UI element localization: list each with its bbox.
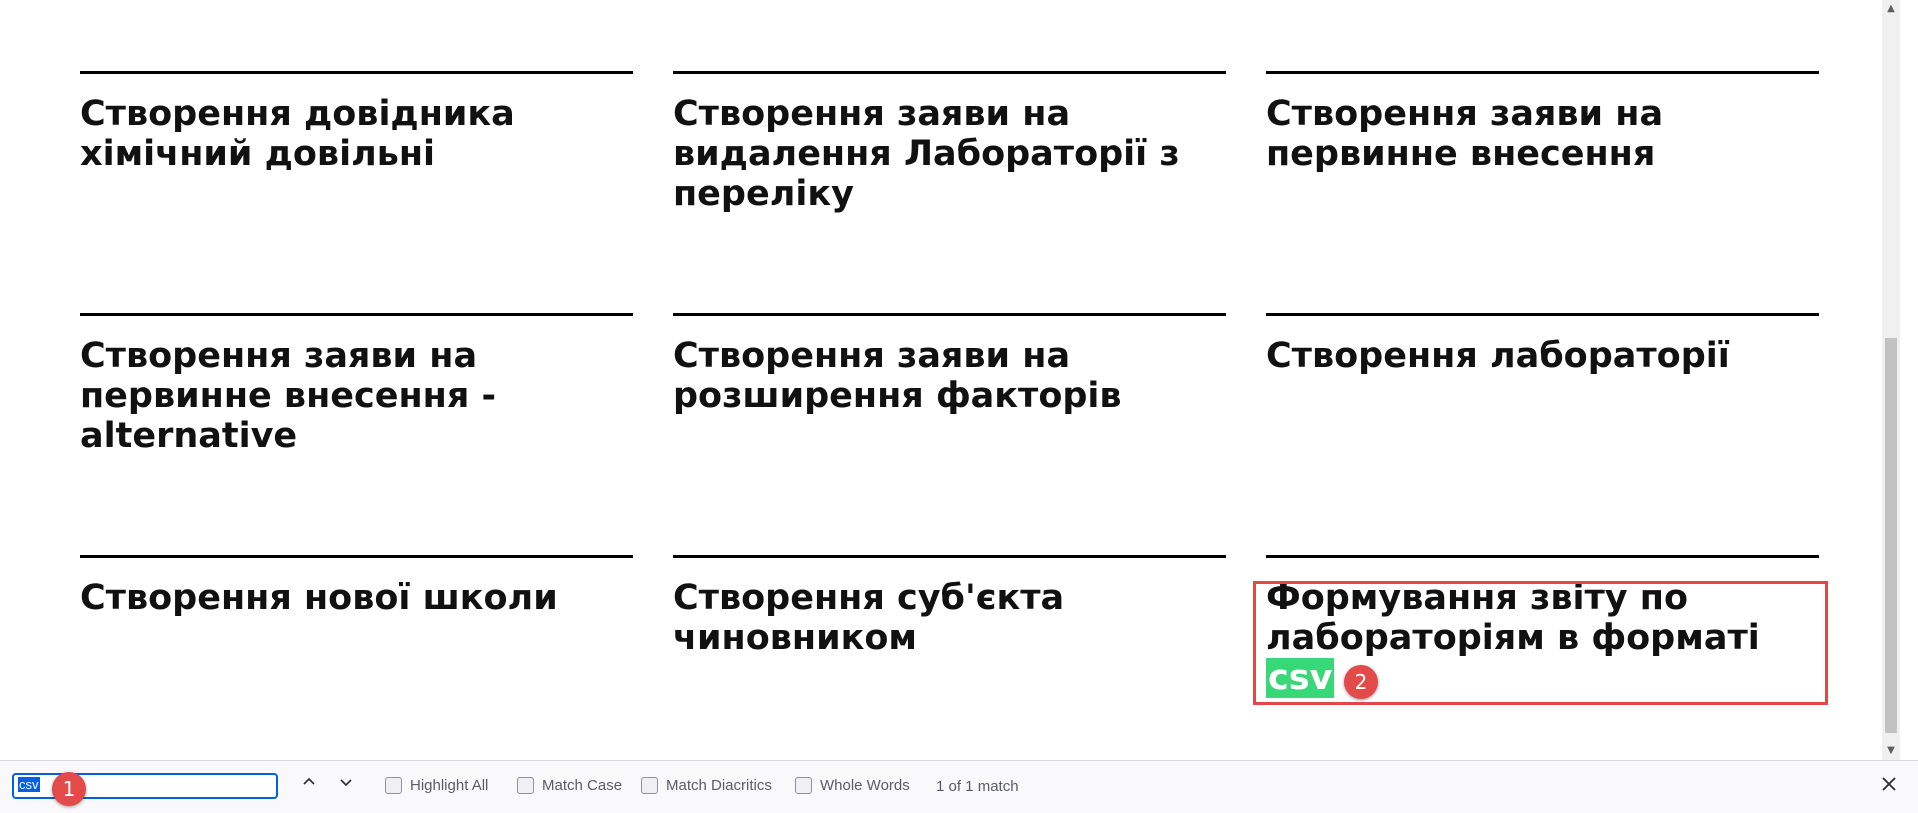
chevron-down-icon <box>340 779 352 787</box>
chevron-up-icon <box>303 777 315 785</box>
scroll-thumb[interactable] <box>1885 338 1897 733</box>
annotation-badge-1: 1 <box>52 772 86 806</box>
whole-words-label: Whole Words <box>820 777 910 794</box>
match-diacritics-label: Match Diacritics <box>666 777 772 794</box>
close-find-bar-button[interactable] <box>1874 771 1904 801</box>
annotation-box <box>1253 581 1828 705</box>
card-item[interactable]: Створення довідника хімічний довільні <box>80 71 633 174</box>
find-next-button[interactable] <box>332 773 360 799</box>
match-case-checkbox[interactable]: Match Case <box>517 777 622 794</box>
checkbox-box[interactable] <box>795 777 812 794</box>
card-item[interactable]: Створення заяви на розширення факторів <box>673 313 1226 416</box>
card-item[interactable]: Створення заяви на первинне внесення - a… <box>80 313 633 456</box>
card-title[interactable]: Створення заяви на видалення Лабораторії… <box>673 94 1226 214</box>
match-count: 1 of 1 match <box>936 778 1019 795</box>
find-input-value: csv <box>18 777 40 792</box>
vertical-scrollbar[interactable]: ▲ ▼ <box>1882 0 1900 760</box>
card-title[interactable]: Створення довідника хімічний довільні <box>80 94 633 174</box>
card-title[interactable]: Створення заяви на розширення факторів <box>673 336 1226 416</box>
find-previous-button[interactable] <box>295 773 323 799</box>
scroll-down-arrow-icon[interactable]: ▼ <box>1882 742 1900 760</box>
card-title[interactable]: Створення заяви на первинне внесення <box>1266 94 1819 174</box>
highlight-all-checkbox[interactable]: Highlight All <box>385 777 488 794</box>
find-bar: csv 1 Highlight All Match Case Match Dia… <box>0 760 1918 813</box>
card-item[interactable]: Створення суб'єкта чиновником <box>673 555 1226 658</box>
card-title[interactable]: Створення заяви на первинне внесення - a… <box>80 336 633 456</box>
match-diacritics-checkbox[interactable]: Match Diacritics <box>641 777 772 794</box>
card-item[interactable]: Створення нової школи <box>80 555 633 618</box>
checkbox-box[interactable] <box>385 777 402 794</box>
match-case-label: Match Case <box>542 777 623 794</box>
checkbox-box[interactable] <box>517 777 534 794</box>
card-item[interactable]: Створення лабораторії <box>1266 313 1819 376</box>
card-title[interactable]: Створення лабораторії <box>1266 336 1819 376</box>
card-item[interactable]: Створення заяви на видалення Лабораторії… <box>673 71 1226 214</box>
close-icon <box>1882 777 1896 791</box>
card-title[interactable]: Створення нової школи <box>80 578 633 618</box>
highlight-all-label: Highlight All <box>410 777 489 794</box>
card-title[interactable]: Створення суб'єкта чиновником <box>673 578 1226 658</box>
annotation-badge-2: 2 <box>1344 665 1378 699</box>
whole-words-checkbox[interactable]: Whole Words <box>795 777 910 794</box>
scroll-up-arrow-icon[interactable]: ▲ <box>1882 0 1900 18</box>
card-item[interactable]: Створення заяви на первинне внесення <box>1266 71 1819 174</box>
page-content: Створення довідника хімічний довільні Ст… <box>0 0 1900 760</box>
checkbox-box[interactable] <box>641 777 658 794</box>
